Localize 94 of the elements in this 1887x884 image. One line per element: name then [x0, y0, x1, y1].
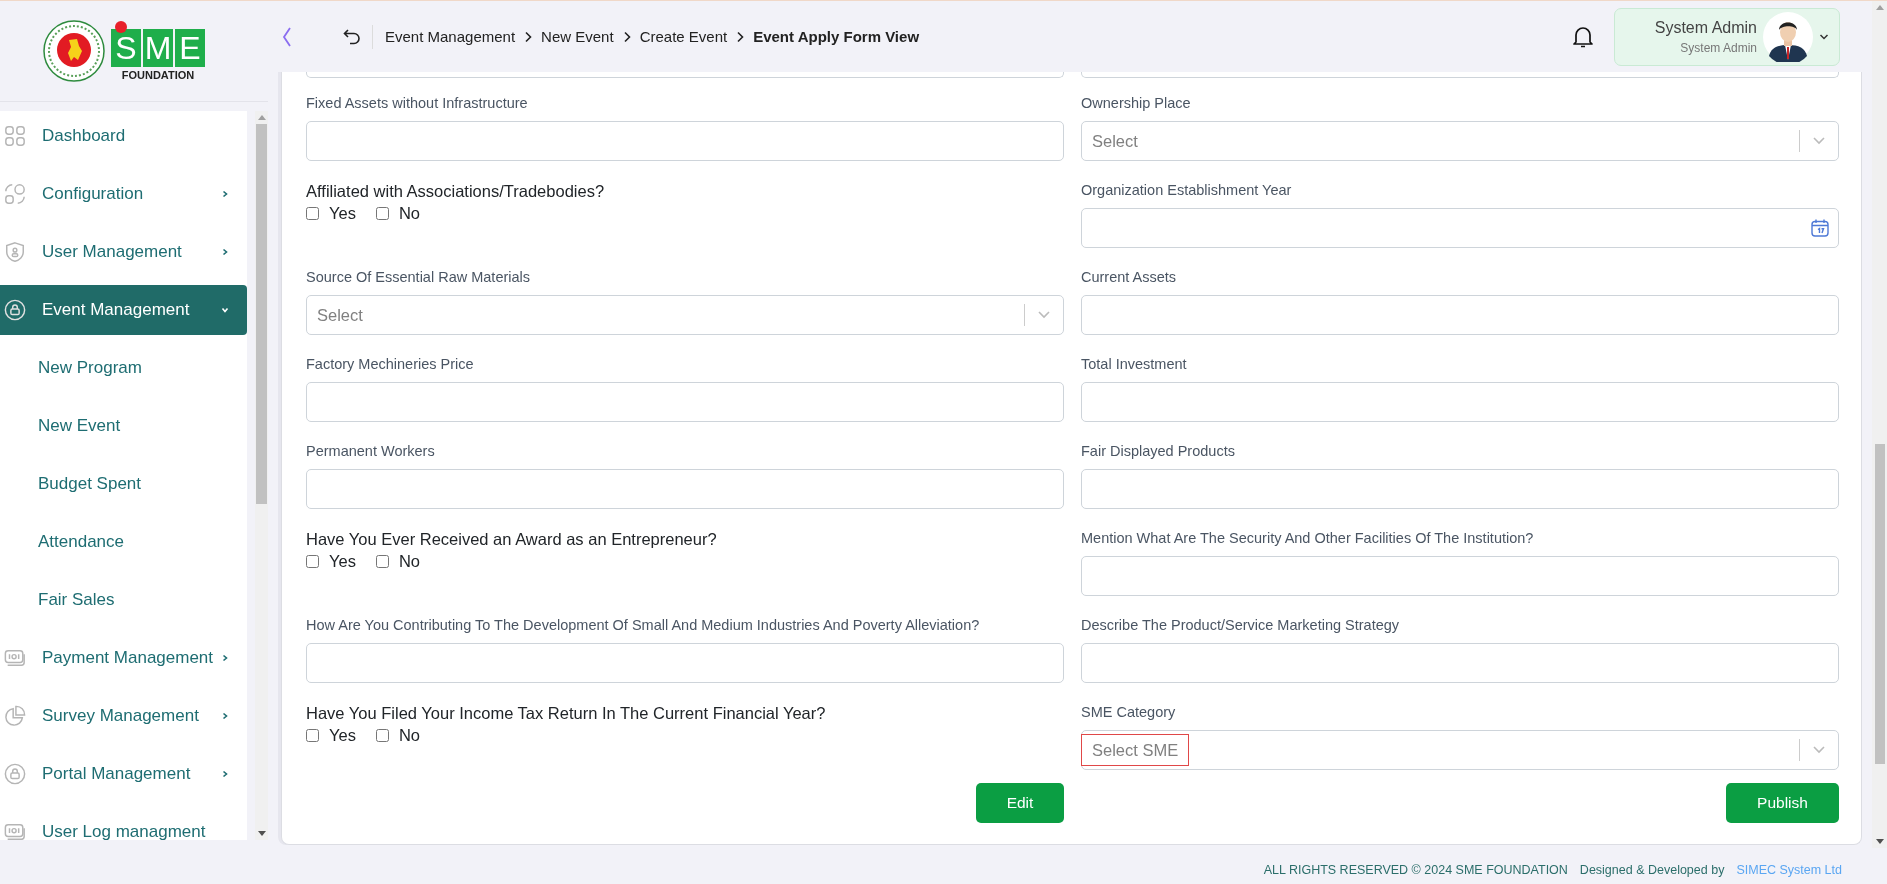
- input-field[interactable]: [306, 469, 1064, 509]
- field-label: How Are You Contributing To The Development Of Small And Medium Industries And Poverty Alleviation?: [306, 616, 981, 634]
- bell-icon[interactable]: [1572, 24, 1594, 49]
- checkbox-label: No: [398, 726, 420, 745]
- copyright-text: ALL RIGHTS RESERVED © 2024 SME FOUNDATION: [1263, 862, 1568, 877]
- publish-button[interactable]: Publish: [1726, 783, 1839, 823]
- scrollbar[interactable]: [255, 111, 268, 840]
- sidebar-item[interactable]: Survey Management: [0, 691, 247, 741]
- field-label: Fixed Assets without Infrastructure: [306, 94, 529, 112]
- field-label: Fair Displayed Products: [1081, 442, 1236, 460]
- chevron-right-icon: [735, 30, 746, 43]
- sidebar-item[interactable]: Dashboard: [0, 111, 247, 161]
- checkbox-label: No: [398, 552, 420, 571]
- calendar-icon: [1810, 218, 1830, 238]
- breadcrumb-item[interactable]: Event Management: [385, 28, 516, 45]
- sidebar-item[interactable]: Portal Management: [0, 749, 247, 799]
- checkbox[interactable]: [306, 555, 319, 568]
- chevron-right-icon: [523, 30, 534, 43]
- checkbox-label: Yes: [329, 726, 356, 745]
- seal-icon: [43, 20, 105, 82]
- checkbox[interactable]: [306, 729, 319, 742]
- breadcrumb-item: Event Apply Form View: [753, 28, 920, 45]
- input-field[interactable]: [306, 72, 1064, 78]
- sidebar-subitem[interactable]: Attendance: [0, 517, 247, 567]
- field-label: Current Assets: [1081, 268, 1178, 286]
- field-label: Describe The Product/Service Marketing Strategy: [1081, 616, 1401, 634]
- input-field[interactable]: [306, 121, 1064, 161]
- avatar-icon: [1763, 11, 1813, 62]
- checkbox[interactable]: [375, 729, 389, 742]
- logo-letter: E: [175, 29, 205, 67]
- input-field[interactable]: [1081, 643, 1839, 683]
- input-field[interactable]: [1081, 72, 1839, 78]
- input-field[interactable]: [1081, 469, 1839, 509]
- pie-chart-icon: [4, 705, 26, 727]
- banknote-icon: [4, 821, 26, 840]
- input-field[interactable]: [1081, 295, 1839, 335]
- sidebar-subitem[interactable]: New Program: [0, 343, 247, 393]
- select-field[interactable]: Select: [306, 295, 1064, 335]
- breadcrumb-item[interactable]: New Event: [541, 28, 614, 45]
- user-menu[interactable]: System Admin System Admin: [1614, 7, 1840, 66]
- user-role: System Admin: [1680, 40, 1757, 55]
- question-text: Affiliated with Associations/Tradebodies?: [306, 181, 606, 201]
- dashboard-icon: [4, 125, 26, 147]
- sidebar-item[interactable]: Event Management: [0, 285, 247, 335]
- chevron-down-icon: [1819, 32, 1829, 41]
- back-icon[interactable]: [342, 26, 362, 47]
- lock-icon: [4, 763, 26, 785]
- input-field[interactable]: [306, 643, 1064, 683]
- question-text: Have You Ever Received an Award as an Entrepreneur?: [306, 529, 718, 549]
- select-field[interactable]: Select SME: [1081, 730, 1839, 770]
- input-field[interactable]: [1081, 382, 1839, 422]
- logo-letter: S: [111, 29, 141, 67]
- shield-icon: [4, 241, 26, 263]
- date-field[interactable]: [1081, 208, 1839, 248]
- field-label: Organization Establishment Year: [1081, 181, 1293, 199]
- chevron-down-icon: [1812, 136, 1826, 146]
- user-name: System Admin: [1654, 18, 1757, 37]
- checkbox-label: Yes: [329, 204, 356, 223]
- checkbox[interactable]: [306, 207, 319, 220]
- field-label: SME Category: [1081, 703, 1177, 721]
- sidebar-subitem[interactable]: Budget Spent: [0, 459, 247, 509]
- dot-icon: [115, 21, 127, 33]
- chevron-down-icon: [1812, 745, 1826, 755]
- logo-tagline: FOUNDATION: [121, 69, 195, 81]
- chevron-down-icon: [1037, 310, 1051, 320]
- shapes-icon: [4, 183, 26, 205]
- field-label: Ownership Place: [1081, 94, 1192, 112]
- logo-letter: M: [143, 29, 173, 67]
- sidebar-item[interactable]: User Management: [0, 227, 247, 277]
- banknote-icon: [4, 647, 26, 669]
- sidebar-subitem[interactable]: New Event: [0, 401, 247, 451]
- input-field[interactable]: [1081, 556, 1839, 596]
- question-text: Have You Filed Your Income Tax Return In The Current Financial Year?: [306, 703, 827, 723]
- field-label: Total Investment: [1081, 355, 1188, 373]
- scrollbar[interactable]: [1872, 1, 1887, 848]
- field-label: Mention What Are The Security And Other Facilities Of The Institution?: [1081, 529, 1535, 547]
- checkbox[interactable]: [375, 207, 389, 220]
- edit-button[interactable]: Edit: [976, 783, 1064, 823]
- checkbox-label: Yes: [329, 552, 356, 571]
- lock-icon: [4, 299, 26, 321]
- field-label: Source Of Essential Raw Materials: [306, 268, 532, 286]
- sidebar-item[interactable]: User Log managment: [0, 807, 247, 840]
- chevron-left-icon[interactable]: [282, 25, 292, 48]
- sidebar-item[interactable]: Configuration: [0, 169, 247, 219]
- checkbox-label: No: [398, 204, 420, 223]
- select-field[interactable]: Select: [1081, 121, 1839, 161]
- sidebar-item[interactable]: Payment Management: [0, 633, 247, 683]
- credit-text: Designed & Developed by: [1579, 862, 1725, 877]
- breadcrumb-item[interactable]: Create Event: [639, 28, 728, 45]
- field-label: Factory Mechineries Price: [306, 355, 475, 373]
- checkbox[interactable]: [375, 555, 389, 568]
- field-label: Permanent Workers: [306, 442, 436, 460]
- sidebar-subitem[interactable]: Fair Sales: [0, 575, 247, 625]
- input-field[interactable]: [306, 382, 1064, 422]
